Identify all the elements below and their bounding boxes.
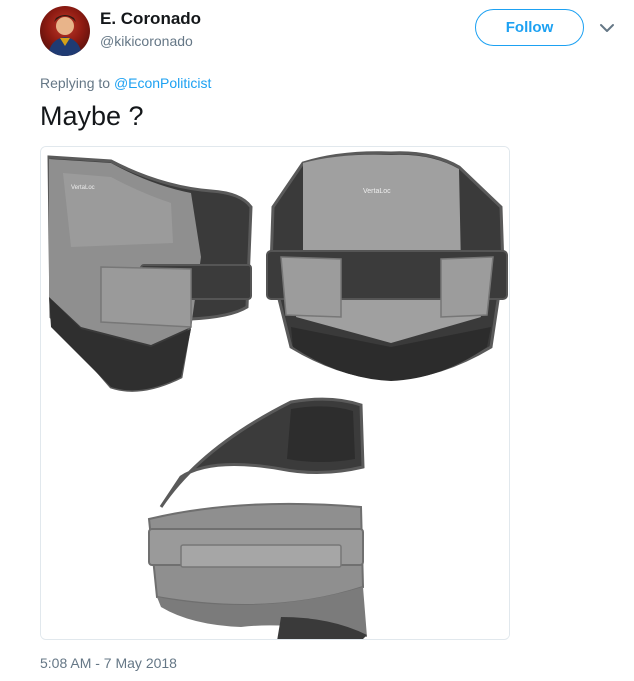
tweet-text: Maybe ? (40, 101, 144, 131)
tweet-media-image[interactable]: VertaLoc VertaLoc (40, 146, 510, 640)
brand-label-back: VertaLoc (363, 188, 391, 195)
reply-prefix: Replying to (40, 75, 111, 91)
user-handle[interactable]: @kikicoronado (100, 33, 193, 49)
reply-context: Replying to @EconPoliticist (40, 75, 211, 91)
avatar[interactable] (40, 6, 90, 56)
reply-mention-link[interactable]: @EconPoliticist (114, 75, 211, 91)
chevron-down-icon[interactable] (598, 20, 616, 36)
brace-back-view: VertaLoc (266, 151, 508, 381)
brand-label-side: VertaLoc (71, 185, 95, 191)
follow-button[interactable]: Follow (475, 9, 584, 46)
avatar-image (48, 15, 82, 56)
tweet-timestamp[interactable]: 5:08 AM - 7 May 2018 (40, 655, 177, 671)
display-name[interactable]: E. Coronado (100, 9, 201, 29)
back-brace-illustration: VertaLoc VertaLoc (41, 147, 509, 639)
